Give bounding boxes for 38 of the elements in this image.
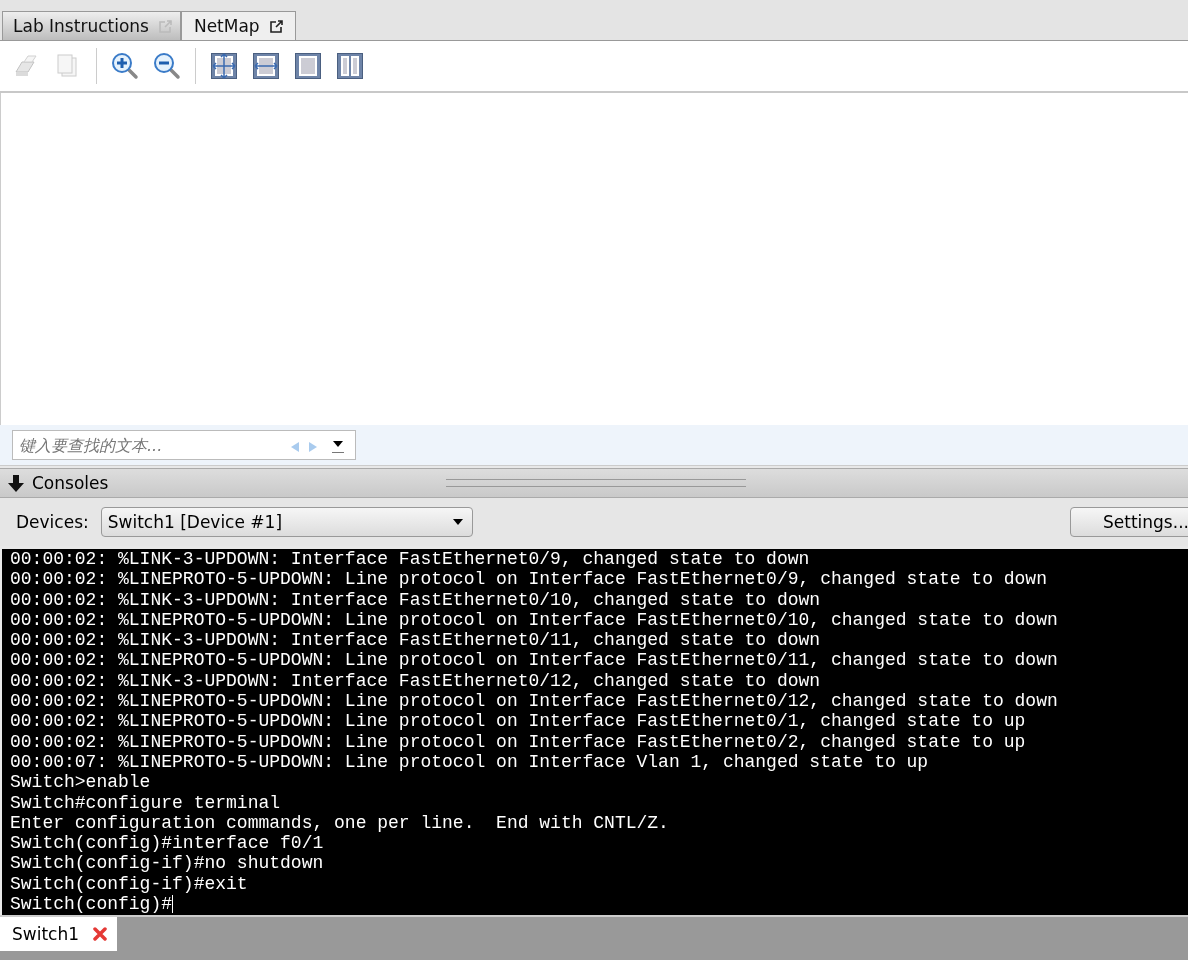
consoles-title: Consoles [32, 473, 109, 493]
settings-button[interactable]: Settings... [1070, 507, 1188, 537]
panel-tab[interactable]: Lab Instructions [2, 11, 181, 40]
panel-tab[interactable]: NetMap [180, 11, 296, 40]
console-line: Switch(config-if)#no shutdown [10, 853, 325, 874]
close-icon[interactable] [93, 927, 108, 941]
single-page-icon[interactable] [294, 52, 322, 80]
console-tab[interactable]: Switch1 [0, 917, 118, 951]
console-line: Enter configuration commands, one per line. End with CNTL/Z. [10, 812, 670, 834]
console-line: 00:00:02: %LINK-3-UPDOWN: Interface FastEthernet0/10, changed state to down [10, 589, 822, 610]
two-page-icon[interactable] [336, 52, 364, 80]
down-arrow-icon[interactable] [8, 474, 24, 492]
dropdown-icon[interactable] [332, 440, 344, 453]
console-line: Switch>enable [10, 772, 152, 793]
console-line: Switch(config)#interface f0/1 [10, 833, 325, 854]
splitter-handle[interactable] [446, 479, 747, 487]
console-line: 00:00:02: %LINK-3-UPDOWN: Interface FastEthernet0/11, changed state to down [10, 630, 822, 651]
console-line: 00:00:02: %LINEPROTO-5-UPDOWN: Line protocol on Interface FastEthernet0/1, changed state to up [10, 711, 1027, 732]
console-line: Switch(config-if)#exit [10, 873, 249, 895]
fit-page-icon[interactable] [210, 52, 238, 80]
console-line: 00:00:02: %LINEPROTO-5-UPDOWN: Line protocol on Interface FastEthernet0/9, changed state to down [10, 569, 1048, 590]
fit-width-icon[interactable] [252, 52, 280, 80]
console-line: 00:00:02: %LINEPROTO-5-UPDOWN: Line protocol on Interface FastEthernet0/11, changed state to down [10, 650, 1059, 671]
search-field[interactable]: 键入要查找的文本... [12, 430, 356, 460]
popout-icon[interactable] [269, 19, 283, 33]
console-line: Switch(config)# [10, 894, 175, 915]
console-line: 00:00:02: %LINK-3-UPDOWN: Interface FastEthernet0/12, changed state to down [10, 670, 822, 692]
zoom-in-icon[interactable] [111, 52, 139, 80]
device-dropdown[interactable]: Switch1 [Device #1] [100, 507, 473, 537]
console-line: 00:00:07: %LINEPROTO-5-UPDOWN: Line protocol on Interface Vlan 1, changed state to up [10, 751, 930, 773]
console-line: 00:00:02: %LINEPROTO-5-UPDOWN: Line protocol on Interface FastEthernet0/10, changed state to down [10, 609, 1059, 631]
console-line: 00:00:02: %LINEPROTO-5-UPDOWN: Line protocol on Interface FastEthernet0/2, changed state to up [10, 731, 1027, 752]
console-line: 00:00:02: %LINEPROTO-5-UPDOWN: Line protocol on Interface FastEthernet0/12, changed state to down [10, 691, 1059, 712]
console-line: 00:00:02: %LINK-3-UPDOWN: Interface FastEthernet0/9, changed state to down [10, 549, 811, 570]
console-line: Switch#configure terminal [10, 792, 282, 813]
zoom-out-icon[interactable] [153, 52, 181, 80]
caret-icon [451, 518, 464, 526]
devices-label: Devices: [16, 512, 89, 532]
